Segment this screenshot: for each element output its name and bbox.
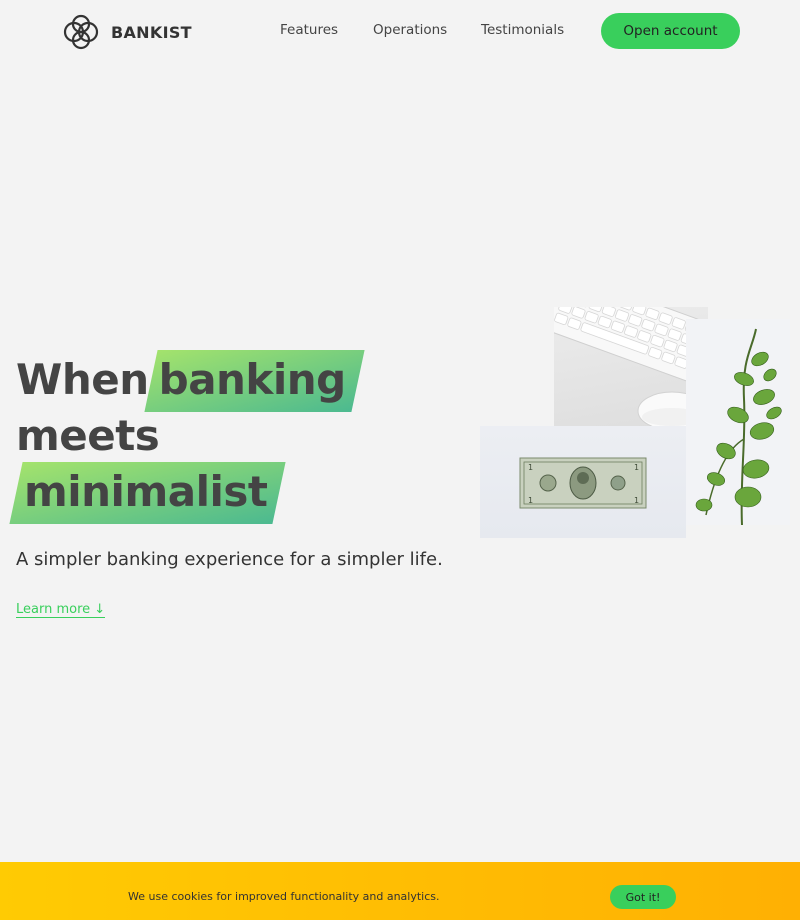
top-navigation: BANKIST Features Operations Testimonials…: [0, 0, 800, 64]
hero-title-word-meets: meets: [16, 411, 160, 460]
dollar-bill-illustration: 1 1 1 1: [519, 457, 647, 509]
hero-title-word-when: When: [16, 355, 149, 404]
keyboard-illustration: [554, 307, 708, 431]
logo-text: BANKIST: [111, 22, 192, 42]
hero-highlight-minimalist: minimalist: [24, 464, 268, 520]
nav-links: Features Operations Testimonials: [280, 22, 591, 38]
svg-text:1: 1: [528, 463, 533, 472]
cookie-accept-button[interactable]: Got it!: [610, 885, 676, 909]
keyboard-and-mouse-image: [554, 307, 708, 441]
svg-text:1: 1: [528, 496, 533, 505]
nav-link-operations[interactable]: Operations: [373, 22, 481, 38]
hero-subtitle: A simpler banking experience for a simpl…: [16, 549, 443, 570]
plant-image: [686, 319, 790, 525]
hero-title: When banking meets minimalist: [16, 352, 346, 520]
hero-highlight-banking: banking: [159, 352, 347, 408]
dollar-bill-image: 1 1 1 1: [480, 426, 686, 538]
plant-illustration: [695, 328, 782, 525]
cookie-message: We use cookies for improved functionalit…: [128, 890, 440, 903]
cookie-banner: We use cookies for improved functionalit…: [0, 862, 800, 920]
nav-link-testimonials[interactable]: Testimonials: [481, 22, 591, 38]
bankist-logo-icon: [63, 14, 99, 50]
nav-link-features[interactable]: Features: [280, 22, 373, 38]
learn-more-link[interactable]: Learn more ↓: [16, 602, 106, 618]
logo[interactable]: BANKIST: [62, 14, 192, 50]
svg-text:1: 1: [634, 496, 639, 505]
open-account-button[interactable]: Open account: [601, 13, 740, 49]
svg-text:1: 1: [634, 463, 639, 472]
